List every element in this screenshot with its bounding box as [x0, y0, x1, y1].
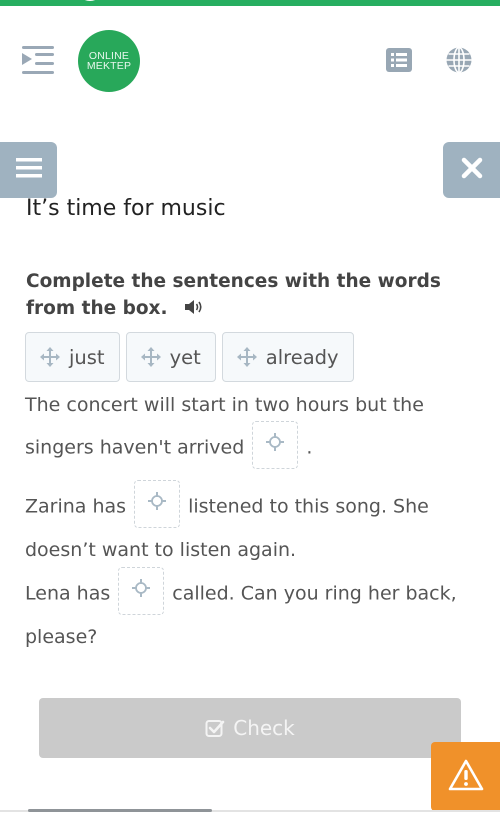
sentence-text-before: The concert will start in two hours but … — [25, 394, 424, 459]
horizontal-scrollbar[interactable] — [28, 809, 212, 812]
word-bank: just yet already — [25, 332, 354, 382]
move-icon — [140, 347, 161, 367]
list-icon[interactable] — [385, 46, 413, 74]
speaker-icon[interactable] — [184, 296, 204, 323]
check-label: Check — [233, 716, 295, 740]
drop-zone-2[interactable] — [134, 480, 181, 528]
menu-indent-icon[interactable] — [20, 44, 56, 76]
sentence-1: The concert will start in two hours but … — [25, 386, 465, 472]
warning-icon — [448, 759, 484, 795]
sentence-text-after: . — [306, 436, 313, 459]
sidebar-menu-button[interactable] — [0, 142, 57, 198]
report-problem-button[interactable] — [431, 742, 500, 811]
sentence-2: Zarina has listened to this song. She do… — [25, 480, 465, 569]
word-label: just — [69, 345, 105, 369]
drop-zone-1[interactable] — [252, 421, 299, 469]
target-icon — [132, 572, 151, 610]
sentence-text-before: Lena has — [25, 582, 111, 605]
target-icon — [148, 485, 167, 523]
drop-zone-3[interactable] — [118, 567, 165, 615]
word-chip-just[interactable]: just — [25, 332, 120, 382]
logo-line-2: MEKTEP — [86, 60, 132, 72]
exercise-title: It’s time for music — [26, 196, 226, 221]
close-icon — [461, 157, 483, 183]
word-chip-yet[interactable]: yet — [125, 332, 216, 382]
close-button[interactable] — [443, 142, 500, 198]
word-label: yet — [169, 345, 201, 369]
online-mektep-logo[interactable]: ONLINE MEKTEP — [78, 30, 140, 92]
top-bar-tab — [73, 0, 107, 4]
move-icon — [40, 347, 60, 367]
instruction: Complete the sentences with the words fr… — [26, 268, 446, 323]
move-icon — [236, 347, 257, 367]
word-chip-already[interactable]: already — [221, 332, 354, 382]
sentence-3: Lena has called. Can you ring her back, … — [25, 567, 465, 656]
globe-icon[interactable] — [445, 46, 473, 74]
header: ONLINE MEKTEP — [0, 6, 500, 96]
instruction-text: Complete the sentences with the words fr… — [26, 271, 441, 319]
hamburger-icon — [15, 157, 42, 183]
check-button[interactable]: Check — [39, 698, 461, 758]
checkbox-icon — [205, 718, 225, 738]
sentence-text-before: Zarina has — [25, 495, 127, 518]
word-label: already — [265, 345, 339, 369]
target-icon — [266, 426, 285, 464]
